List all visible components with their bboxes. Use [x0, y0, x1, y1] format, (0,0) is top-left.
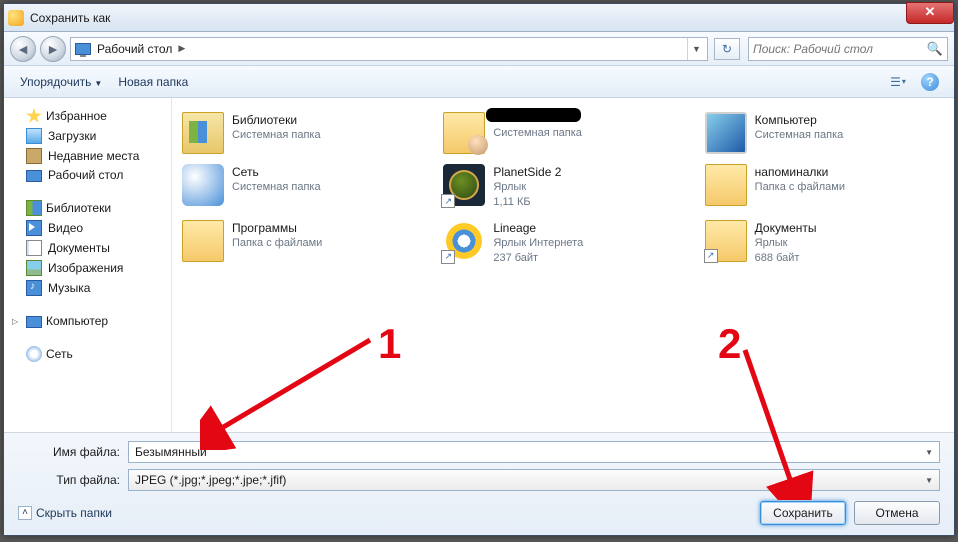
list-item[interactable]: БиблиотекиСистемная папка	[180, 110, 423, 156]
cancel-button[interactable]: Отмена	[854, 501, 940, 525]
desktop-icon	[26, 170, 42, 182]
back-button[interactable]: ◄	[10, 36, 36, 62]
desktop-icon	[75, 43, 91, 55]
organize-menu[interactable]: Упорядочить▼	[14, 71, 108, 93]
list-item[interactable]: СетьСистемная папка	[180, 162, 423, 212]
network-icon	[26, 346, 42, 362]
bottom-panel: Имя файла: Безымянный ▼ Тип файла: JPEG …	[4, 432, 954, 535]
folder-icon: ↗	[705, 220, 747, 262]
filetype-value: JPEG (*.jpg;*.jpeg;*.jpe;*.jfif)	[135, 473, 925, 487]
libraries-icon	[26, 200, 42, 216]
new-folder-button[interactable]: Новая папка	[112, 71, 194, 93]
chevron-up-icon: ˄	[18, 506, 32, 520]
recent-icon	[26, 148, 42, 164]
list-item[interactable]: ПрограммыПапка с файлами	[180, 218, 423, 268]
user-folder-icon	[443, 112, 485, 154]
list-item[interactable]: КомпьютерСистемная папка	[703, 110, 946, 156]
filetype-label: Тип файла:	[18, 473, 128, 487]
breadcrumb[interactable]: Рабочий стол	[97, 42, 172, 56]
lineage-icon: ↗	[443, 220, 485, 262]
search-input[interactable]	[753, 42, 927, 56]
app-icon	[8, 10, 24, 26]
folder-icon	[705, 164, 747, 206]
file-list[interactable]: БиблиотекиСистемная папка Системная папк…	[172, 98, 954, 432]
chevron-right-icon[interactable]: ▶	[178, 43, 185, 54]
sidebar-item-downloads[interactable]: Загрузки	[8, 126, 167, 146]
save-button[interactable]: Сохранить	[760, 501, 846, 525]
music-icon	[26, 280, 42, 296]
sidebar-item-computer[interactable]: ▷ Компьютер	[8, 312, 167, 330]
sidebar: Избранное Загрузки Недавние места Рабочи…	[4, 98, 172, 432]
toolbar: Упорядочить▼ Новая папка ☰▾ ?	[4, 66, 954, 98]
address-dropdown[interactable]: ▼	[687, 38, 705, 60]
hide-folders-link[interactable]: ˄ Скрыть папки	[18, 506, 112, 520]
sidebar-item-documents[interactable]: Документы	[8, 238, 167, 258]
sidebar-item-music[interactable]: Музыка	[8, 278, 167, 298]
sidebar-item-network[interactable]: Сеть	[8, 344, 167, 364]
folder-icon	[182, 220, 224, 262]
sidebar-item-images[interactable]: Изображения	[8, 258, 167, 278]
list-item[interactable]: Системная папка	[441, 110, 684, 156]
list-item[interactable]: ↗ LineageЯрлык Интернета237 байт	[441, 218, 684, 268]
downloads-icon	[26, 128, 42, 144]
titlebar[interactable]: Сохранить как ✕	[4, 4, 954, 32]
collapse-icon: ▷	[12, 317, 22, 326]
images-icon	[26, 260, 42, 276]
network-icon	[182, 164, 224, 206]
dropdown-icon[interactable]: ▼	[925, 448, 933, 457]
filename-label: Имя файла:	[18, 445, 128, 459]
save-as-dialog: Сохранить как ✕ ◄ ► Рабочий стол ▶ ▼ ↻ 🔍…	[3, 3, 955, 536]
nav-row: ◄ ► Рабочий стол ▶ ▼ ↻ 🔍	[4, 32, 954, 66]
search-icon[interactable]: 🔍	[927, 41, 943, 57]
sidebar-item-desktop[interactable]: Рабочий стол	[8, 166, 167, 184]
computer-icon	[705, 112, 747, 154]
sidebar-group-favorites[interactable]: Избранное	[8, 106, 167, 126]
filename-value: Безымянный	[135, 445, 925, 459]
sidebar-item-recent[interactable]: Недавние места	[8, 146, 167, 166]
planetside2-icon: ↗	[443, 164, 485, 206]
refresh-button[interactable]: ↻	[714, 38, 740, 60]
star-icon	[26, 108, 42, 124]
redacted-name	[486, 108, 581, 122]
close-button[interactable]: ✕	[906, 2, 954, 24]
libraries-icon	[182, 112, 224, 154]
search-box[interactable]: 🔍	[748, 37, 948, 61]
sidebar-item-video[interactable]: Видео	[8, 218, 167, 238]
documents-icon	[26, 240, 42, 256]
sidebar-group-libraries[interactable]: Библиотеки	[8, 198, 167, 218]
address-bar[interactable]: Рабочий стол ▶ ▼	[70, 37, 708, 61]
shortcut-overlay-icon: ↗	[441, 250, 455, 264]
help-button[interactable]: ?	[916, 71, 944, 93]
forward-button[interactable]: ►	[40, 36, 66, 62]
filetype-field[interactable]: JPEG (*.jpg;*.jpeg;*.jpe;*.jfif) ▼	[128, 469, 940, 491]
video-icon	[26, 220, 42, 236]
filename-field[interactable]: Безымянный ▼	[128, 441, 940, 463]
list-item[interactable]: ↗ PlanetSide 2Ярлык1,11 КБ	[441, 162, 684, 212]
dropdown-icon[interactable]: ▼	[925, 476, 933, 485]
computer-icon	[26, 316, 42, 328]
list-item[interactable]: ↗ ДокументыЯрлык688 байт	[703, 218, 946, 268]
shortcut-overlay-icon: ↗	[441, 194, 455, 208]
view-options-button[interactable]: ☰▾	[884, 71, 912, 93]
list-item[interactable]: напоминалкиПапка с файлами	[703, 162, 946, 212]
shortcut-overlay-icon: ↗	[704, 249, 718, 263]
window-title: Сохранить как	[30, 11, 110, 25]
